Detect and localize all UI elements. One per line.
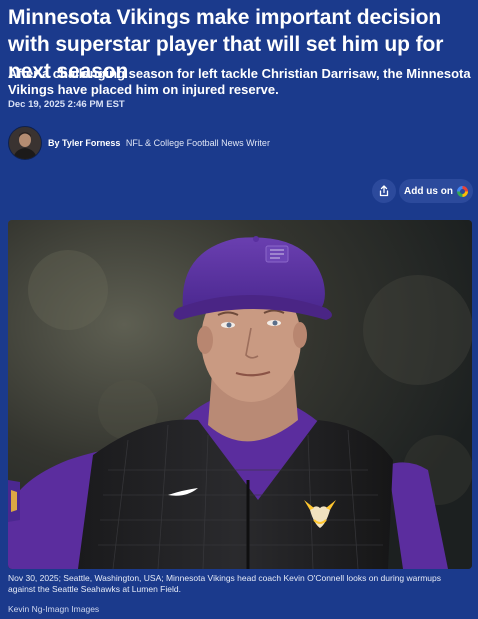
- photo-caption: Nov 30, 2025; Seattle, Washington, USA; …: [8, 573, 442, 594]
- add-us-on-google-button[interactable]: Add us on: [399, 179, 473, 203]
- add-us-label: Add us on: [404, 185, 453, 197]
- google-icon: [456, 185, 468, 197]
- coach-photo-illustration: [8, 220, 472, 569]
- publish-date: Dec 19, 2025 2:46 PM EST: [8, 99, 125, 110]
- avatar-image: [9, 127, 41, 159]
- article-subhead: After a challenging season for left tack…: [8, 66, 471, 97]
- author-role: NFL & College Football News Writer: [125, 138, 270, 148]
- author-row: By Tyler Forness NFL & College Football …: [8, 126, 270, 160]
- share-icon: [379, 185, 389, 197]
- author-name[interactable]: By Tyler Forness: [48, 138, 120, 148]
- article-photo[interactable]: [8, 220, 472, 569]
- author-avatar[interactable]: [8, 126, 42, 160]
- byline: By Tyler Forness NFL & College Football …: [48, 138, 270, 148]
- photo-credit: Kevin Ng-Imagn Images: [8, 604, 100, 614]
- share-button[interactable]: [372, 179, 396, 203]
